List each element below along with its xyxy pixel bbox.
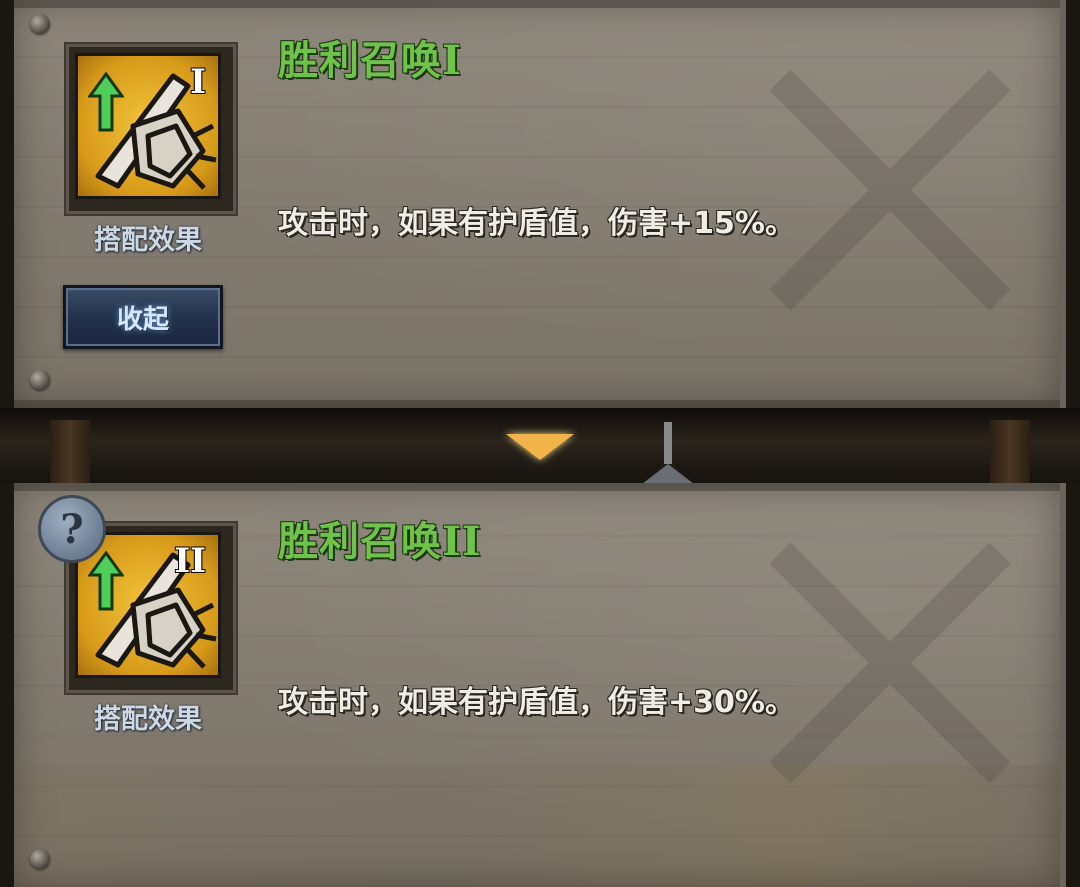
skill-panel-1: I 搭配效果 胜利召唤I 攻击时，如果有护盾值，伤害+15%。 收起 [14,0,1066,408]
skill-caption: 搭配效果 [94,704,202,735]
scrollbar-track[interactable] [664,422,672,464]
skill-panel-2: II 搭配效果 胜利召唤II 攻击时，如果有护盾值，伤害+30%。 [14,483,1066,887]
help-icon[interactable]: ? [38,495,106,563]
collapse-button[interactable]: 收起 [63,285,223,349]
rivet [30,14,50,34]
skill-icon: I [75,53,221,199]
skill-icon: II [75,532,221,678]
skill-icon-frame[interactable]: I [66,44,236,214]
rivet [30,370,50,390]
skill-caption: 搭配效果 [94,225,202,256]
up-arrow-icon [88,72,124,132]
skill-title-tier: I [442,37,462,84]
skill-tier: II [174,541,206,581]
skill-description: 攻击时，如果有护盾值，伤害+15%。 [278,206,795,241]
skill-title-text: 胜利召唤 [278,38,442,84]
up-arrow-icon [88,551,124,611]
down-arrow-icon[interactable] [506,434,574,460]
skill-title: 胜利召唤I [278,28,462,86]
skill-description: 攻击时，如果有护盾值，伤害+30%。 [278,685,795,720]
panel-edge [14,0,1060,8]
background-cards [14,765,1060,887]
skill-title-tier: II [442,518,482,565]
frame-post [50,420,90,483]
scrollbar-thumb[interactable] [642,464,694,484]
rivet [30,849,50,869]
skill-tier: I [190,62,206,102]
skill-title-text: 胜利召唤 [278,519,442,565]
skill-title: 胜利召唤II [278,509,481,567]
panel-edge [14,483,1060,491]
panel-edge [14,400,1060,408]
background-emblem [769,69,1011,311]
frame-post [990,420,1030,483]
